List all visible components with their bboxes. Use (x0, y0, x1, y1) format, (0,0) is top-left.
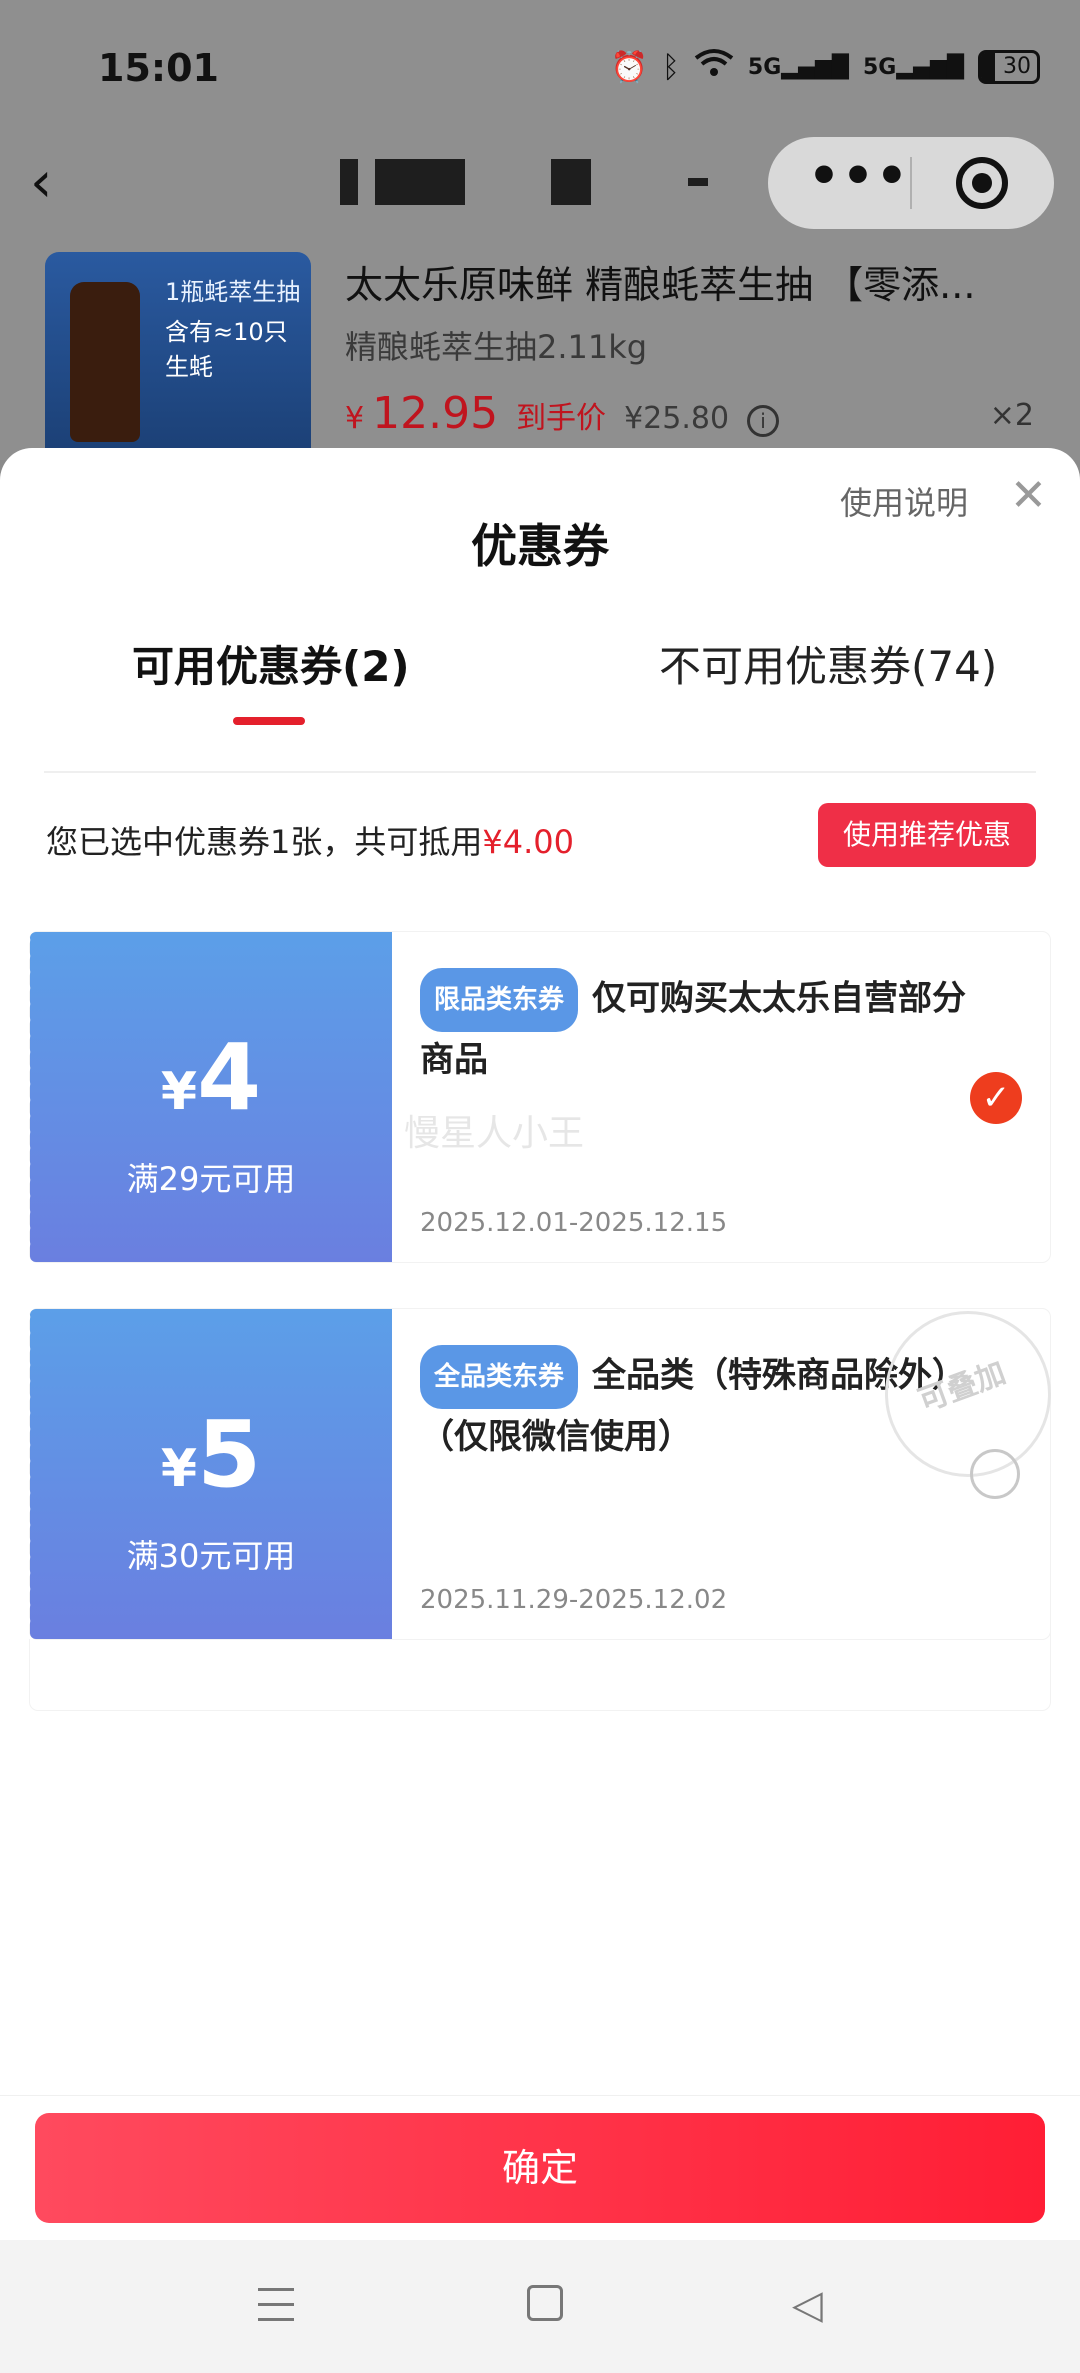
coupon-type-badge: 限品类东券 (420, 968, 579, 1032)
unchecked-icon[interactable] (970, 1449, 1020, 1499)
coupon-description: 限品类东券 仅可购买太太乐自营部分商品 (420, 968, 980, 1088)
sheet-title: 优惠券 (471, 519, 609, 573)
more-menu-icon[interactable]: ••• (808, 147, 910, 205)
confirm-area: 确定 (0, 2095, 1080, 2240)
product-spec: 精酿蚝萃生抽2.11kg (345, 328, 648, 366)
original-price: ¥25.80 (624, 401, 730, 436)
coupon-condition: 满30元可用 (126, 1537, 296, 1575)
coupon-type-badge: 全品类东券 (420, 1345, 579, 1409)
product-quantity: ×2 (989, 398, 1034, 433)
signal-5g-icon-2: 5G▂▄▆█ (862, 54, 964, 80)
coupon-tabs: 可用优惠券(2) 不可用优惠券(74) (44, 633, 1036, 773)
checked-icon[interactable]: ✓ (970, 1072, 1022, 1124)
mini-program-capsule: ••• (768, 137, 1054, 229)
product-price-row: ¥ 12.95 到手价 ¥25.80 i (345, 388, 780, 439)
signal-5g-icon: 5G▂▄▆█ (747, 54, 849, 80)
status-bar: 15:01 ⏰ ᛒ 5G▂▄▆█ 5G▂▄▆█ 30 (0, 40, 1080, 110)
coupon-card-2[interactable]: ¥5 满30元可用 全品类东券 全品类（特殊商品除外）（仅限微信使用） 2025.… (24, 1309, 1051, 1639)
coupon-validity: 2025.11.29-2025.12.02 (420, 1585, 728, 1615)
close-mini-program-icon[interactable] (956, 157, 1008, 209)
tab-available[interactable]: 可用优惠券(2) (132, 633, 410, 694)
status-icons: ⏰ ᛒ 5G▂▄▆█ 5G▂▄▆█ 30 (611, 48, 1040, 86)
nav-title-masked (340, 157, 709, 205)
final-price-label: 到手价 (516, 401, 607, 436)
coupon-value-panel: ¥5 满30元可用 (24, 1309, 392, 1639)
coupon-validity: 2025.12.01-2025.12.15 (420, 1208, 728, 1238)
nav-bar: ‹ ••• (0, 135, 1080, 235)
coupon-amount: ¥4 (160, 1024, 262, 1131)
wifi-icon (694, 48, 734, 86)
system-nav-bar: ◁ (0, 2240, 1080, 2373)
product-card: 1瓶蚝萃生抽 含有≈10只生蚝 太太乐原味鲜 精酿蚝萃生抽 【零添... 精酿蚝… (0, 248, 1080, 462)
back-button[interactable]: ‹ (30, 155, 90, 215)
tab-unavailable[interactable]: 不可用优惠券(74) (659, 633, 997, 694)
coupon-sheet: 使用说明 ✕ 优惠券 可用优惠券(2) 不可用优惠券(74) 您已选中优惠券1张… (0, 448, 1080, 2373)
product-name: 太太乐原味鲜 精酿蚝萃生抽 【零添... (345, 263, 976, 307)
use-recommended-button[interactable]: 使用推荐优惠 (818, 803, 1036, 867)
recent-apps-icon[interactable] (258, 2288, 294, 2333)
home-icon[interactable] (527, 2285, 563, 2321)
coupon-card-1[interactable]: ¥4 满29元可用 限品类东券 仅可购买太太乐自营部分商品 2025.12.01-… (24, 932, 1050, 1262)
selection-summary: 您已选中优惠券1张，共可抵用¥4.00 使用推荐优惠 (44, 803, 1036, 873)
coupon-value-panel: ¥4 满29元可用 (24, 932, 392, 1262)
battery-icon: 30 (978, 50, 1040, 84)
product-price: 12.95 (372, 388, 499, 439)
tab-active-indicator (233, 717, 305, 725)
info-icon[interactable]: i (747, 405, 780, 437)
coupon-amount: ¥5 (160, 1401, 262, 1508)
watermark: 慢星人小王 (404, 1113, 585, 1154)
back-triangle-icon[interactable]: ◁ (792, 2282, 823, 2328)
status-time: 15:01 (98, 46, 219, 90)
product-image: 1瓶蚝萃生抽 含有≈10只生蚝 (45, 252, 311, 462)
stackable-stamp: 可叠加 (885, 1311, 1051, 1477)
alarm-icon: ⏰ (610, 49, 648, 85)
bluetooth-icon: ᛒ (661, 49, 680, 85)
discount-amount: ¥4.00 (482, 823, 574, 861)
coupon-condition: 满29元可用 (126, 1160, 296, 1198)
confirm-button[interactable]: 确定 (35, 2113, 1045, 2223)
